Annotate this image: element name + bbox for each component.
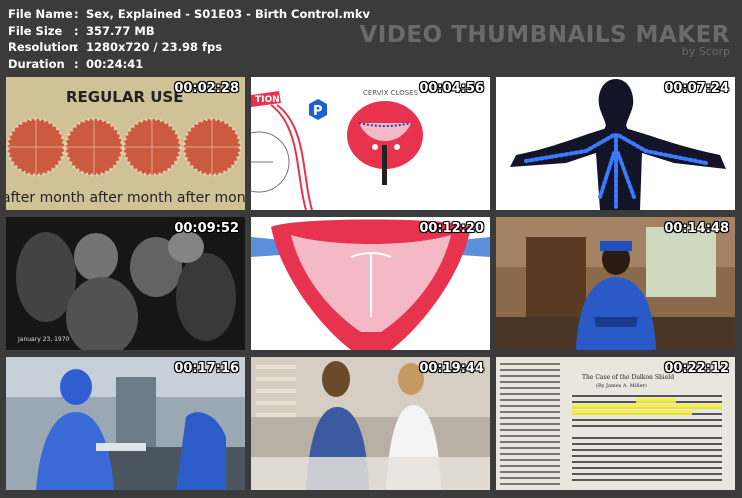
timestamp: 00:09:52 — [174, 221, 239, 236]
timestamp: 00:22:12 — [664, 361, 729, 376]
cervix-caption: CERVIX CLOSES — [363, 89, 419, 97]
timestamp: 00:02:28 — [174, 81, 239, 96]
duration-value: 00:24:41 — [86, 56, 144, 71]
timestamp: 00:07:24 — [664, 81, 729, 96]
brand-watermark: VIDEO THUMBNAILS MAKER by Scorp — [359, 22, 730, 58]
file-name-value: Sex, Explained - S01E03 - Birth Control.… — [86, 7, 371, 21]
thumbnail-2[interactable]: TION P CERVIX CLOSES 00:04:56 — [251, 77, 490, 210]
resolution-value: 1280x720 / 23.98 fps — [86, 40, 223, 54]
thumbnail-5[interactable]: 00:12:20 — [251, 217, 490, 350]
newspaper-byline: (By James A. Miller) — [596, 382, 647, 389]
resolution-row: Resolution : 1280x720 / 23.98 fps — [8, 39, 370, 56]
file-size-key: File Size — [8, 23, 63, 38]
factory-frame — [6, 357, 245, 490]
resolution-key: Resolution — [8, 40, 78, 54]
thumbnail-7[interactable]: 00:17:16 — [6, 357, 245, 490]
archival-crowd-frame: January 23, 1970 — [6, 217, 245, 350]
file-size-row: File Size : 357.77 MB — [8, 23, 370, 40]
newspaper-headline: The Case of the Dalkon Shield — [582, 374, 674, 381]
thumbnail-1[interactable]: REGULAR USE after month after month afte… — [6, 77, 245, 210]
newspaper-frame: The Case of the Dalkon Shield (By James … — [496, 357, 735, 490]
regular-use-footer: after month after month after month a — [6, 190, 245, 206]
regular-use-caption: REGULAR USE — [66, 88, 183, 106]
timestamp: 00:04:56 — [419, 81, 484, 96]
file-name-row: File Name : Sex, Explained - S01E03 - Bi… — [8, 6, 370, 23]
p-badge: P — [313, 104, 323, 119]
file-name-key: File Name — [8, 7, 73, 21]
separator: : — [74, 40, 79, 54]
pharmacy-frame — [251, 357, 490, 490]
timestamp: 00:14:48 — [664, 221, 729, 236]
thumbnail-4[interactable]: January 23, 1970 00:09:52 — [6, 217, 245, 350]
duration-row: Duration : 00:24:41 — [8, 56, 370, 73]
brand-title: VIDEO THUMBNAILS MAKER — [359, 22, 730, 48]
timestamp: 00:12:20 — [419, 221, 484, 236]
cervix-illustration-frame: TION P CERVIX CLOSES — [251, 77, 490, 210]
duration-key: Duration — [8, 56, 65, 71]
iud-illustration-frame — [251, 217, 490, 350]
interview-frame — [496, 217, 735, 350]
separator: : — [74, 23, 79, 38]
archive-date-caption: January 23, 1970 — [17, 336, 70, 343]
thumbnail-8[interactable]: 00:19:44 — [251, 357, 490, 490]
timestamp: 00:17:16 — [174, 361, 239, 376]
file-info-panel: File Name : Sex, Explained - S01E03 - Bi… — [8, 6, 370, 72]
thumbnail-6[interactable]: 00:14:48 — [496, 217, 735, 350]
file-size-value: 357.77 MB — [86, 23, 155, 38]
regular-use-frame: REGULAR USE after month after month afte… — [6, 77, 245, 210]
timestamp: 00:19:44 — [419, 361, 484, 376]
corner-label: TION — [255, 95, 280, 105]
thumbnail-3[interactable]: 00:07:24 — [496, 77, 735, 210]
thumbnail-9[interactable]: The Case of the Dalkon Shield (By James … — [496, 357, 735, 490]
separator: : — [74, 7, 79, 21]
silhouette-frame — [496, 77, 735, 210]
separator: : — [74, 56, 79, 71]
